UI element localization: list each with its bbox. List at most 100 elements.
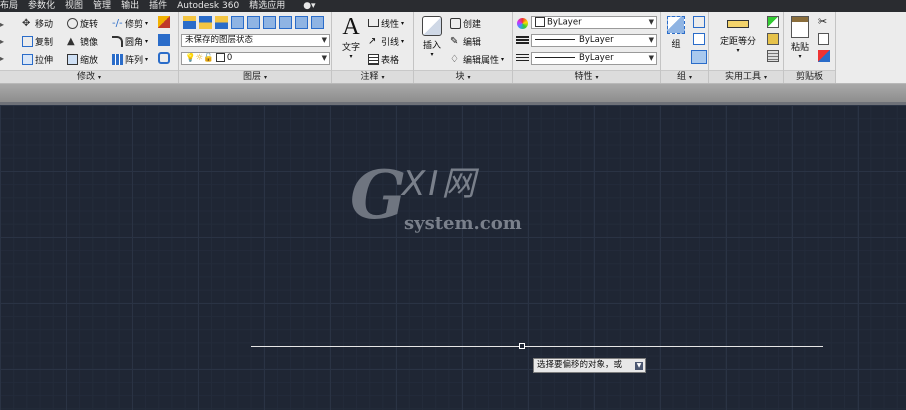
panel-annotation: A 文字 ▾ 线性 ▾ ↗ 引线 ▾ 表格 注释 ▾ [332, 12, 414, 83]
command-prompt-tooltip: 选择要偏移的对象，或 ▼ [533, 358, 646, 373]
menu-item-featured-apps[interactable]: 精选应用 [247, 0, 293, 12]
panel-utilities-title[interactable]: 实用工具 ▾ [709, 70, 783, 83]
layer-previous-icon[interactable] [295, 15, 308, 29]
drawn-line[interactable] [251, 346, 823, 347]
layer-lock-icon[interactable] [311, 15, 324, 29]
layer-states-icon[interactable] [199, 15, 212, 29]
create-block-button[interactable]: 创建 [450, 17, 481, 30]
explode-icon[interactable] [158, 34, 170, 46]
line-sample [535, 39, 575, 40]
panel-block-title[interactable]: 块 ▾ [414, 70, 512, 83]
menu-bar: 布局 参数化 视图 管理 输出 插件 Autodesk 360 精选应用 ●▾ [0, 0, 906, 12]
panel-group-title[interactable]: 组 ▾ [661, 70, 708, 83]
leader-icon: ↗ [368, 35, 377, 47]
chevron-down-icon: ▼ [321, 36, 327, 44]
chevron-down-icon: ▾ [501, 55, 505, 63]
chevron-down-icon: ▾ [97, 74, 101, 81]
measure-button[interactable]: 定距等分 ▾ [715, 20, 761, 54]
linear-dimension-icon [368, 19, 379, 27]
move-icon: ✥ [22, 17, 31, 29]
menu-item-view[interactable]: 视图 [63, 0, 91, 12]
linetype-icon[interactable] [516, 54, 529, 63]
cut-icon[interactable]: ✂ [818, 15, 827, 28]
layer-properties-icon[interactable] [183, 15, 196, 29]
copy-icon [22, 35, 33, 47]
panel-block: 插入 ▾ 创建 ✎ 编辑 ♢ 编辑属性 ▾ 块 ▾ [414, 12, 513, 83]
current-layer-dropdown[interactable]: 💡☼🔓 0 ▼ [181, 52, 330, 65]
copy-base-icon[interactable] [818, 50, 830, 62]
stretch-icon [22, 53, 33, 65]
menu-item-autodesk360[interactable]: Autodesk 360 [175, 0, 247, 12]
panel-clipboard: 粘贴 ▾ ✂ 剪贴板 [784, 12, 836, 83]
menu-item-parametric[interactable]: 参数化 [26, 0, 63, 12]
insert-button[interactable]: 插入 ▾ [420, 16, 444, 58]
chevron-down-icon[interactable]: ▾ [145, 20, 148, 27]
group-edit-icon[interactable] [693, 33, 705, 45]
layer-freeze-icon[interactable] [247, 15, 260, 29]
camera-icon[interactable]: ●▾ [301, 0, 323, 12]
erase-icon[interactable] [158, 16, 170, 28]
leader-button[interactable]: ↗ 引线 ▾ [368, 35, 404, 48]
color-dropdown[interactable]: ByLayer ▼ [531, 16, 657, 29]
menu-item-layout[interactable]: 布局 [0, 0, 26, 12]
rotate-button[interactable]: 旋转 [67, 17, 98, 30]
move-button[interactable]: ✥ 移动 [22, 17, 53, 30]
table-icon [368, 53, 379, 65]
layer-off-icon[interactable] [263, 15, 276, 29]
offset-icon[interactable] [158, 52, 170, 64]
scale-button[interactable]: 缩放 [67, 53, 98, 66]
menu-item-output[interactable]: 输出 [119, 0, 147, 12]
layer-unisolate-icon[interactable] [231, 15, 244, 29]
lineweight-dropdown[interactable]: ByLayer ▼ [531, 52, 657, 65]
lineweight-icon[interactable] [516, 36, 529, 45]
edit-block-button[interactable]: ✎ 编辑 [450, 35, 481, 48]
text-button[interactable]: A 文字 ▾ [338, 14, 364, 60]
panel-group: 组 组 ▾ [661, 12, 709, 83]
linear-dimension-button[interactable]: 线性 ▾ [368, 17, 404, 30]
chevron-down-icon[interactable]: ▾ [145, 38, 148, 45]
file-tab-strip [0, 84, 906, 102]
chevron-down-icon: ▾ [401, 37, 405, 45]
edit-attributes-button[interactable]: ♢ 编辑属性 ▾ [450, 53, 504, 66]
layer-isolate-icon[interactable] [215, 15, 228, 29]
down-arrow-icon[interactable]: ▼ [635, 362, 643, 370]
fillet-button[interactable]: 圆角 ▾ [112, 35, 148, 48]
menu-item-plugins[interactable]: 插件 [147, 0, 175, 12]
panel-annotation-title[interactable]: 注释 ▾ [332, 70, 413, 83]
calculator-icon[interactable] [767, 50, 779, 62]
drawing-canvas[interactable] [0, 105, 906, 410]
mirror-button[interactable]: ▲ 镜像 [67, 35, 98, 48]
quick-select-icon[interactable] [767, 16, 779, 28]
trim-icon: -/- [112, 17, 123, 29]
chevron-down-icon: ▾ [401, 19, 405, 27]
panel-clipboard-title[interactable]: 剪贴板 [784, 70, 835, 83]
chevron-down-icon: ▾ [688, 74, 692, 81]
panel-layers-title[interactable]: 图层 ▾ [179, 70, 331, 83]
trim-button[interactable]: -/- 修剪 ▾ [112, 17, 148, 30]
lock-icon: 🔓 [203, 53, 214, 63]
chevron-down-icon[interactable]: ▾ [145, 56, 148, 63]
layer-state-dropdown[interactable]: 未保存的图层状态 ▼ [181, 34, 330, 47]
layer-match-icon[interactable] [279, 15, 292, 29]
scale-icon [67, 53, 79, 65]
copy-button[interactable]: 复制 [22, 35, 53, 48]
chevron-down-icon: ▼ [648, 36, 654, 44]
group-selection-icon[interactable] [691, 50, 707, 64]
stretch-button[interactable]: 拉伸 [22, 53, 53, 66]
chevron-down-icon: ▼ [321, 54, 327, 62]
menu-item-manage[interactable]: 管理 [91, 0, 119, 12]
table-button[interactable]: 表格 [368, 53, 399, 66]
ungroup-icon[interactable] [693, 16, 705, 28]
group-button[interactable]: 组 [665, 16, 687, 50]
panel-properties-title[interactable]: 特性 ▾ [513, 70, 660, 83]
array-button[interactable]: 阵列 ▾ [112, 53, 148, 66]
array-icon [112, 53, 124, 65]
paste-button[interactable]: 粘贴 ▾ [787, 16, 813, 60]
linetype-dropdown[interactable]: ByLayer ▼ [531, 34, 657, 47]
panel-modify-title[interactable]: 修改 ▾ [0, 70, 178, 83]
select-all-icon[interactable] [767, 33, 779, 45]
ribbon: ▸ ▸ ▸ ✥ 移动 旋转 -/- 修剪 ▾ 复制 ▲ 镜像 圆角 ▾ 拉伸 缩放 阵列 ▾ 修… [0, 12, 906, 84]
chevron-down-icon: ▾ [381, 74, 385, 81]
color-wheel-icon[interactable] [517, 18, 528, 29]
copy-clip-icon[interactable] [818, 33, 829, 45]
